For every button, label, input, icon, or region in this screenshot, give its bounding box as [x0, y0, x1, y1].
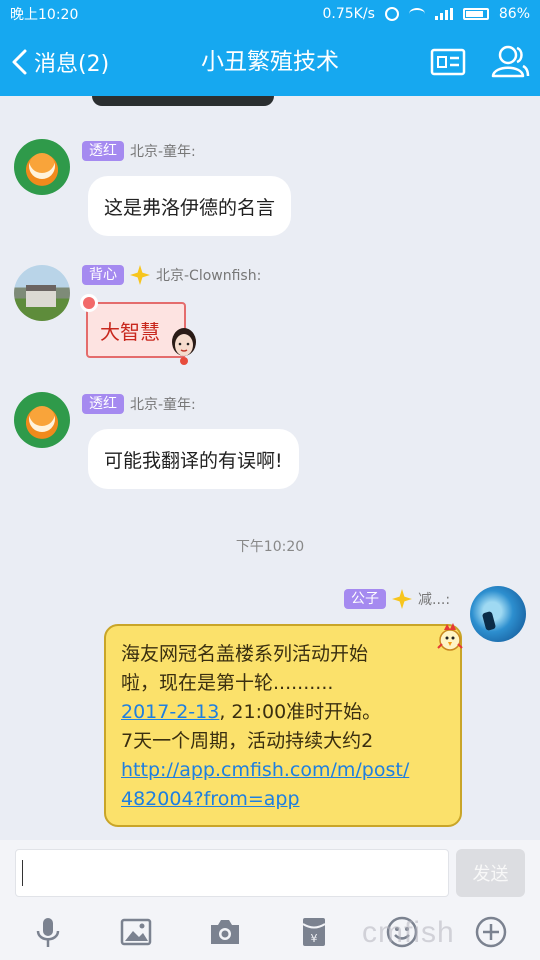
avatar[interactable]: [470, 586, 526, 642]
profile-card-icon[interactable]: [428, 42, 468, 82]
message-meta: 透红 北京-童年:: [82, 140, 196, 162]
signal-icon: [434, 8, 453, 20]
message-line: 海友网冠名盖楼系列活动开始: [121, 643, 369, 665]
avatar[interactable]: [14, 392, 70, 448]
message-meta: 背心 北京-Clownfish:: [82, 264, 261, 286]
vip-star-icon: [130, 265, 150, 285]
face-sticker-icon: [172, 328, 196, 365]
member-badge: 透红: [82, 394, 124, 414]
toolbar: ¥: [0, 910, 540, 954]
url-link[interactable]: 482004?from=app: [121, 785, 446, 814]
back-label: 消息(2): [34, 52, 110, 77]
own-message-bubble[interactable]: 海友网冠名盖楼系列活动开始 啦，现在是第十轮.......... 2017-2-…: [104, 624, 462, 827]
url-link[interactable]: http://app.cmfish.com/m/post/: [121, 756, 446, 785]
battery-icon: [462, 8, 489, 20]
date-link[interactable]: 2017-2-13: [121, 701, 219, 723]
battery-percent: 86%: [498, 6, 530, 22]
plus-icon[interactable]: [473, 914, 509, 950]
sender-name: 北京-Clownfish:: [156, 268, 262, 284]
svg-text:¥: ¥: [311, 932, 318, 945]
alarm-icon: [384, 7, 399, 21]
watermark: cmfish: [362, 916, 455, 949]
member-badge: 公子: [344, 589, 386, 609]
status-right: 0.75K/s 86%: [323, 6, 531, 22]
status-time: 晚上10:20: [10, 7, 79, 23]
sender-name: 减...:: [418, 592, 451, 608]
sender-name: 北京-童年:: [130, 397, 196, 413]
network-speed: 0.75K/s: [322, 6, 375, 22]
message-meta: 公子 减...:: [344, 588, 450, 610]
message-line: 2017-2-13, 21:00准时开始。: [121, 698, 446, 727]
vip-star-icon: [392, 589, 412, 609]
message-line: 7天一个周期，活动持续大约2: [121, 730, 374, 752]
back-chevron-icon: [12, 49, 27, 75]
image-icon[interactable]: [118, 914, 154, 950]
wifi-icon: [408, 8, 425, 20]
title-bar: 消息(2) 小丑繁殖技术: [0, 28, 540, 96]
avatar[interactable]: [14, 265, 70, 321]
sticker-text: 大智慧: [100, 319, 160, 344]
sender-name: 北京-童年:: [130, 144, 196, 160]
message-bubble[interactable]: 这是弗洛伊德的名言: [88, 176, 292, 236]
send-button[interactable]: 发送: [456, 849, 525, 897]
member-badge: 背心: [82, 265, 124, 285]
message-bubble[interactable]: 可能我翻译的有误啊!: [88, 429, 299, 489]
url-link-line[interactable]: 482004?from=app: [121, 788, 300, 810]
message-timestamp: 下午10:20: [235, 539, 305, 555]
url-link-line[interactable]: http://app.cmfish.com/m/post/: [121, 759, 409, 781]
chat-area[interactable]: 透红 北京-童年: 这是弗洛伊德的名言 背心 北京-Clownfish: 大智慧…: [0, 96, 540, 840]
group-members-icon[interactable]: [490, 42, 530, 82]
input-bar: 发送 ¥ cmfish: [0, 840, 540, 960]
back-button[interactable]: 消息(2): [10, 43, 109, 81]
status-bar: 晚上10:20 0.75K/s 86%: [0, 0, 540, 28]
member-badge: 透红: [82, 141, 124, 161]
message-meta: 透红 北京-童年:: [82, 393, 196, 415]
camera-icon[interactable]: [207, 914, 243, 950]
red-packet-icon[interactable]: ¥: [296, 914, 332, 950]
message-input[interactable]: [15, 849, 449, 897]
voice-icon[interactable]: [30, 914, 66, 950]
message-line: 啦，现在是第十轮..........: [121, 672, 334, 694]
message-text: 这是弗洛伊德的名言: [104, 196, 276, 219]
message-text: , 21:00准时开始。: [219, 701, 382, 723]
text-caret: [22, 860, 23, 886]
flower-icon: [80, 294, 98, 312]
message-text: 可能我翻译的有误啊!: [104, 449, 283, 472]
chat-title: 小丑繁殖技术: [201, 49, 339, 75]
previous-image-message[interactable]: [92, 96, 274, 106]
avatar[interactable]: [14, 139, 70, 195]
rooster-decoration-icon: [437, 623, 463, 651]
